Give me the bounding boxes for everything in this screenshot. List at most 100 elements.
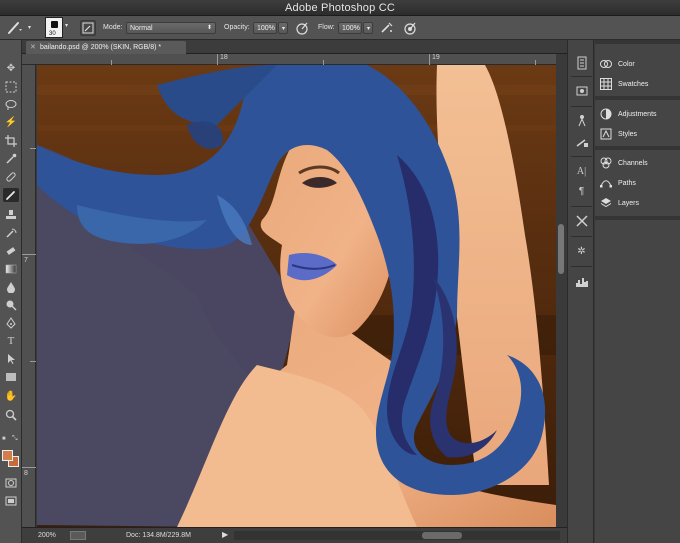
paths-icon (600, 177, 612, 189)
vertical-ruler: 7 8 (22, 65, 36, 527)
adjustments-icon (600, 108, 612, 120)
panel-layers-label: Layers (618, 200, 640, 207)
crop-tool-icon[interactable] (3, 134, 19, 148)
ruler-mark-18: 18 (220, 54, 228, 61)
panel-swatches[interactable]: Swatches (600, 77, 678, 93)
healing-brush-tool-icon[interactable] (3, 170, 19, 184)
color-wheel-icon (600, 58, 612, 70)
character-panel-icon[interactable]: A| (574, 164, 589, 179)
document-size-info: Doc: 134.8M/229.8M (126, 532, 191, 539)
opacity-dropdown-button[interactable]: ▾ (278, 22, 288, 34)
opacity-label: Opacity: (224, 24, 250, 31)
panel-adjustments[interactable]: Adjustments (600, 107, 678, 123)
brush-tip-icon (51, 21, 58, 28)
flow-dropdown-button[interactable]: ▾ (363, 22, 373, 34)
horizontal-scrollbar-track[interactable] (234, 531, 560, 540)
flow-input[interactable]: 100% (338, 22, 362, 34)
panel-layers[interactable]: Layers (600, 196, 678, 212)
eraser-tool-icon[interactable] (3, 244, 19, 258)
ruler-mark-8: 8 (24, 470, 28, 477)
panel-swatches-label: Swatches (618, 81, 649, 88)
brush-presets-panel-icon[interactable] (574, 114, 589, 129)
brush-tool-icon[interactable] (3, 188, 19, 202)
clone-stamp-tool-icon[interactable] (3, 208, 19, 222)
brush-preset-dropdown[interactable]: ▾ (28, 20, 38, 36)
chevron-down-icon: ⬍ (206, 25, 212, 31)
swap-colors-icon[interactable]: ⤡ (12, 435, 20, 443)
marquee-tool-icon[interactable] (3, 80, 19, 94)
horizontal-scrollbar-thumb[interactable] (422, 532, 462, 539)
status-info-icon[interactable] (70, 531, 86, 540)
history-brush-tool-icon[interactable] (3, 226, 19, 240)
panel-styles-label: Styles (618, 131, 638, 138)
swatches-grid-icon (600, 78, 612, 91)
pressure-size-icon[interactable] (402, 20, 418, 36)
vertical-scrollbar-thumb[interactable] (558, 224, 564, 274)
horizontal-ruler: 18 19 (22, 54, 556, 65)
opacity-value: 100% (257, 25, 275, 32)
panels-dock: Color Swatches Adjustments Styles Channe… (595, 40, 680, 543)
brush-size-value: 30 (49, 31, 56, 37)
eyedropper-tool-icon[interactable] (3, 152, 19, 166)
navigator-panel-icon[interactable]: ✲ (574, 244, 589, 259)
path-selection-tool-icon[interactable] (3, 352, 19, 366)
pressure-opacity-icon[interactable] (294, 20, 310, 36)
options-bar: ▾ 30 ▾ Mode: Normal ⬍ Opacity: 100% ▾ Fl… (0, 16, 680, 40)
panel-color[interactable]: Color (600, 57, 678, 73)
actions-panel-icon[interactable] (574, 84, 589, 99)
brush-size-dropdown-arrow[interactable]: ▾ (65, 22, 68, 29)
lasso-tool-icon[interactable] (3, 98, 19, 112)
zoom-tool-icon[interactable] (3, 408, 19, 422)
title-bar: Adobe Photoshop CC (0, 0, 680, 16)
hand-tool-icon[interactable]: ✋ (3, 390, 19, 404)
quick-mask-icon[interactable] (3, 476, 19, 490)
paragraph-panel-icon[interactable]: ¶ (574, 184, 589, 199)
type-tool-icon[interactable]: T (3, 334, 19, 348)
close-tab-icon[interactable]: ✕ (30, 41, 36, 54)
panel-adjustments-label: Adjustments (618, 111, 657, 118)
panel-icon-dock: A| ¶ ✲ (567, 40, 594, 543)
opacity-input[interactable]: 100% (253, 22, 277, 34)
pen-tool-icon[interactable] (3, 316, 19, 330)
brush-panel-icon[interactable] (574, 136, 589, 151)
document-tab[interactable]: ✕ bailando.psd @ 200% (SKIN, RGB/8) * (26, 41, 186, 54)
history-panel-icon[interactable] (574, 56, 589, 71)
mode-value: Normal (130, 25, 153, 32)
brush-panel-toggle-icon[interactable] (80, 20, 96, 36)
panel-paths[interactable]: Paths (600, 176, 678, 192)
flow-label: Flow: (318, 24, 335, 31)
panel-paths-label: Paths (618, 180, 636, 187)
channels-icon (600, 157, 612, 169)
brush-tool-preset-icon[interactable] (6, 20, 26, 36)
dodge-tool-icon[interactable] (3, 298, 19, 312)
screen-mode-icon[interactable] (3, 494, 19, 508)
layers-icon (600, 197, 612, 209)
document-tab-bar: ✕ bailando.psd @ 200% (SKIN, RGB/8) * (22, 40, 568, 54)
brush-size-picker[interactable]: 30 (45, 17, 63, 38)
ruler-mark-7: 7 (24, 257, 28, 264)
magic-wand-tool-icon[interactable]: ⚡ (3, 116, 19, 130)
panel-color-label: Color (618, 61, 635, 68)
document-canvas[interactable] (37, 65, 556, 527)
tool-presets-panel-icon[interactable] (574, 214, 589, 229)
ruler-mark-19: 19 (432, 54, 440, 61)
styles-icon (600, 128, 612, 140)
blur-tool-icon[interactable] (3, 280, 19, 294)
airbrush-icon[interactable] (379, 20, 395, 36)
status-bar: 200% Doc: 134.8M/229.8M ▶ (22, 527, 568, 543)
default-colors-icon[interactable]: ■ (2, 436, 10, 444)
histogram-panel-icon[interactable] (574, 274, 589, 289)
rectangle-tool-icon[interactable] (3, 370, 19, 384)
foreground-color-swatch[interactable] (2, 450, 13, 461)
mode-label: Mode: (103, 24, 123, 31)
panel-channels[interactable]: Channels (600, 156, 678, 172)
status-menu-arrow-icon[interactable]: ▶ (222, 530, 228, 539)
gradient-tool-icon[interactable] (3, 262, 19, 276)
move-tool-icon[interactable]: ✥ (3, 62, 19, 76)
flow-value: 100% (342, 25, 360, 32)
window-title: Adobe Photoshop CC (284, 2, 395, 14)
zoom-level[interactable]: 200% (38, 532, 56, 539)
mode-select[interactable]: Normal ⬍ (126, 22, 216, 34)
panel-styles[interactable]: Styles (600, 127, 678, 143)
vertical-scrollbar[interactable] (556, 54, 566, 527)
